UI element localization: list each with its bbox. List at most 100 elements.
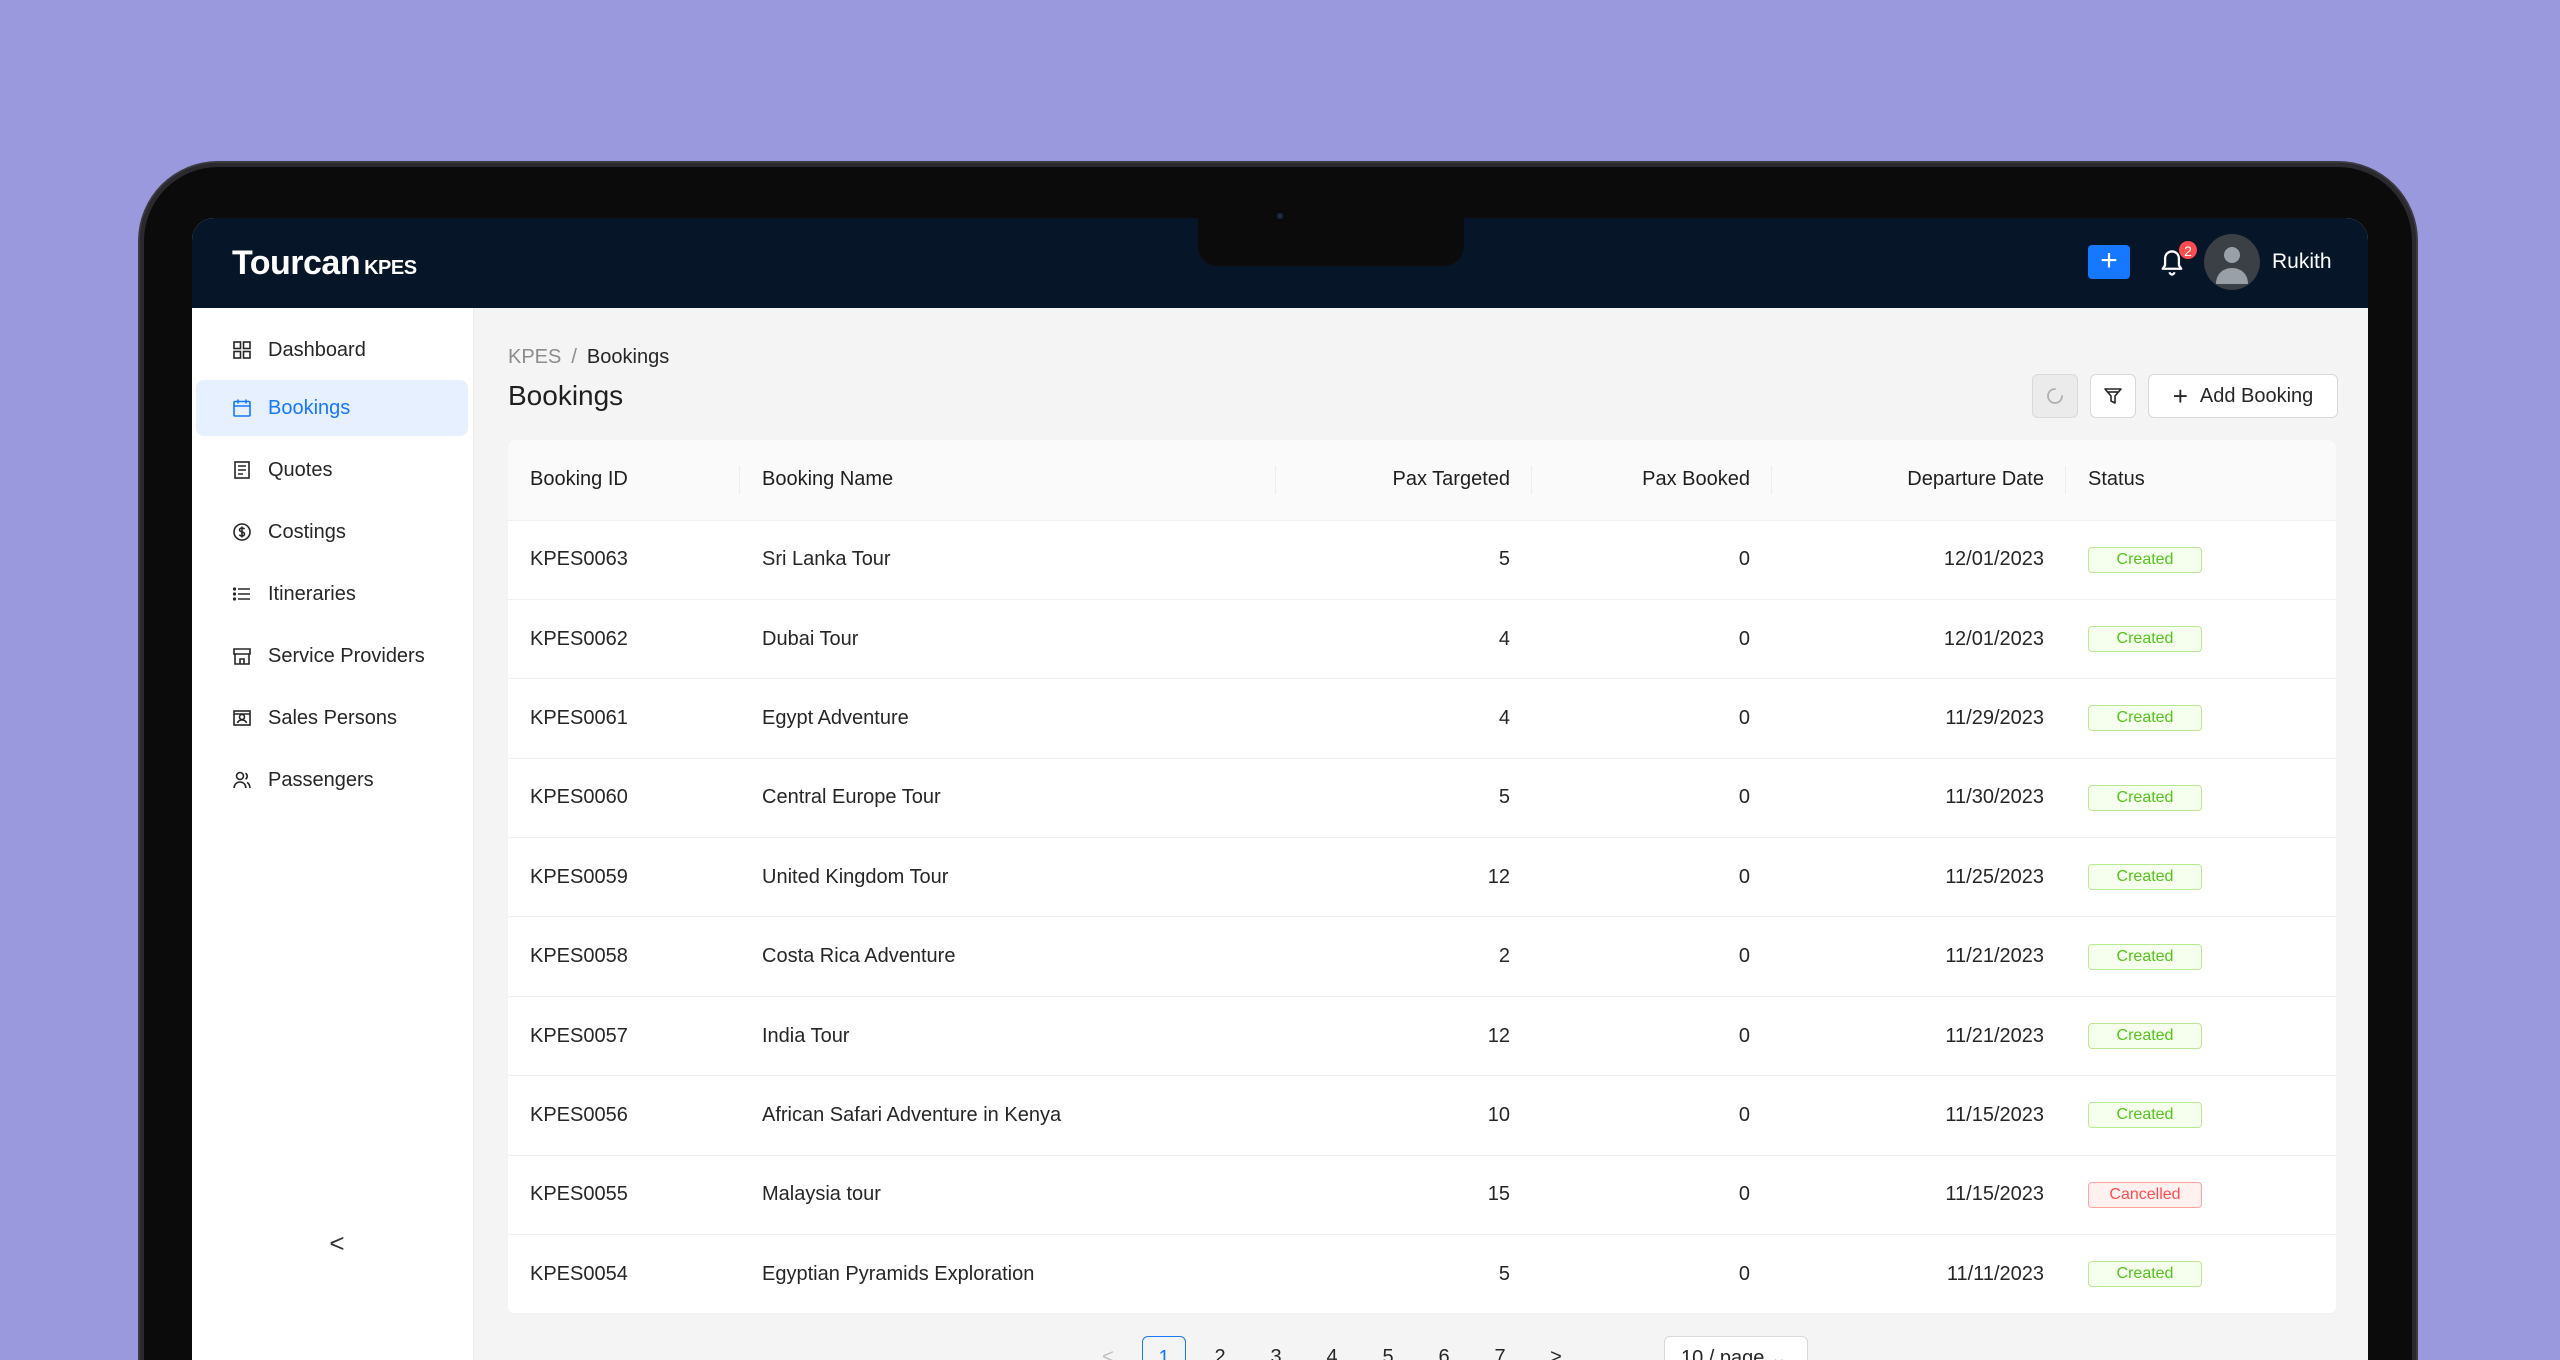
- next-page-button[interactable]: >: [1534, 1336, 1578, 1360]
- cell-booking-id: KPES0057: [508, 996, 740, 1077]
- page-button-5[interactable]: 5: [1366, 1336, 1410, 1360]
- filter-icon: [2104, 388, 2122, 404]
- breadcrumb-root[interactable]: KPES: [508, 346, 561, 368]
- cell-departure-date: 11/15/2023: [1772, 1075, 2066, 1156]
- cell-booking-name: Sri Lanka Tour: [740, 520, 1276, 600]
- cell-pax-booked: 0: [1532, 758, 1772, 839]
- breadcrumb: KPES / Bookings: [508, 346, 669, 369]
- status-badge: Created: [2088, 546, 2202, 573]
- sidebar-item-label: Costings: [268, 520, 346, 543]
- page-button-1[interactable]: 1: [1142, 1336, 1186, 1360]
- user-avatar-icon: [2216, 247, 2248, 284]
- cell-departure-date: 11/29/2023: [1772, 678, 2066, 759]
- page-title: Bookings: [508, 380, 624, 411]
- cell-status: Created: [2066, 520, 2336, 600]
- status-badge: Created: [2088, 784, 2202, 811]
- cell-status: Created: [2066, 837, 2336, 918]
- user-name[interactable]: Rukith: [2272, 250, 2332, 274]
- prev-page-button[interactable]: <: [1086, 1336, 1130, 1360]
- chevron-down-icon: ⌄: [1770, 1347, 1788, 1360]
- filter-button[interactable]: [2090, 374, 2136, 418]
- cell-departure-date: 11/21/2023: [1772, 996, 2066, 1077]
- cell-status: Created: [2066, 916, 2336, 997]
- cell-pax-booked: 0: [1532, 1155, 1772, 1236]
- cell-booking-id: KPES0061: [508, 678, 740, 759]
- quick-add-button[interactable]: +: [2088, 245, 2130, 279]
- cell-booking-id: KPES0054: [508, 1234, 740, 1314]
- cell-departure-date: 11/30/2023: [1772, 758, 2066, 839]
- page-size-value: 10 / page: [1681, 1347, 1765, 1360]
- table-row[interactable]: KPES0062 Dubai Tour 4 0 12/01/2023 Created: [508, 599, 2336, 680]
- cell-status: Cancelled: [2066, 1155, 2336, 1236]
- table-row[interactable]: KPES0060 Central Europe Tour 5 0 11/30/2023 C…: [508, 758, 2336, 839]
- table-row[interactable]: KPES0057 India Tour 12 0 11/21/2023 Created: [508, 996, 2336, 1077]
- cell-pax-booked: 0: [1532, 678, 1772, 759]
- notifications-button[interactable]: 2: [2154, 240, 2198, 284]
- sidebar-item-bookings[interactable]: Bookings: [196, 380, 468, 436]
- column-header-pax-targeted[interactable]: Pax Targeted: [1276, 440, 1532, 521]
- cell-status: Created: [2066, 996, 2336, 1077]
- page-button-2[interactable]: 2: [1198, 1336, 1242, 1360]
- sidebar-item-dashboard[interactable]: Dashboard: [196, 322, 468, 378]
- status-badge: Created: [2088, 705, 2202, 732]
- column-header-booking-name[interactable]: Booking Name: [740, 440, 1276, 521]
- status-badge: Created: [2088, 1023, 2202, 1050]
- table-row[interactable]: KPES0061 Egypt Adventure 4 0 11/29/2023 Creat…: [508, 678, 2336, 759]
- table-row[interactable]: KPES0059 United Kingdom Tour 12 0 11/25/2023…: [508, 837, 2336, 918]
- cell-pax-targeted: 2: [1276, 916, 1532, 997]
- cell-status: Created: [2066, 678, 2336, 759]
- app-name: Tourcan: [232, 244, 361, 282]
- app-suffix: KPES: [364, 257, 417, 279]
- refresh-button[interactable]: [2032, 374, 2078, 418]
- sidebar: Dashboard Bookings Quotes Costings Itine…: [192, 308, 474, 1360]
- page-button-4[interactable]: 4: [1310, 1336, 1354, 1360]
- add-booking-button[interactable]: + Add Booking: [2148, 374, 2338, 418]
- status-badge: Cancelled: [2088, 1181, 2202, 1208]
- sidebar-item-service-providers[interactable]: Service Providers: [196, 628, 468, 684]
- cell-departure-date: 11/25/2023: [1772, 837, 2066, 918]
- cell-status: Created: [2066, 1075, 2336, 1156]
- avatar[interactable]: [2204, 234, 2260, 290]
- sidebar-item-costings[interactable]: Costings: [196, 504, 468, 560]
- dashboard-icon: [232, 340, 252, 360]
- sidebar-item-label: Service Providers: [268, 644, 425, 667]
- page-button-6[interactable]: 6: [1422, 1336, 1466, 1360]
- cell-booking-name: India Tour: [740, 996, 1276, 1077]
- camera-notch: [1198, 218, 1464, 266]
- page-button-3[interactable]: 3: [1254, 1336, 1298, 1360]
- cell-pax-targeted: 10: [1276, 1075, 1532, 1156]
- sidebar-item-itineraries[interactable]: Itineraries: [196, 566, 468, 622]
- table-row[interactable]: KPES0058 Costa Rica Adventure 2 0 11/21/2023…: [508, 916, 2336, 997]
- breadcrumb-separator: /: [571, 346, 577, 368]
- cell-pax-booked: 0: [1532, 996, 1772, 1077]
- page-size-select[interactable]: 10 / page ⌄: [1664, 1336, 1808, 1360]
- status-badge: Created: [2088, 864, 2202, 891]
- cell-departure-date: 12/01/2023: [1772, 520, 2066, 600]
- cell-pax-booked: 0: [1532, 1234, 1772, 1314]
- collapse-sidebar-button[interactable]: <: [322, 1228, 352, 1258]
- add-booking-label: Add Booking: [2199, 384, 2314, 407]
- cell-pax-booked: 0: [1532, 916, 1772, 997]
- cell-pax-targeted: 12: [1276, 996, 1532, 1077]
- sidebar-item-passengers[interactable]: Passengers: [196, 752, 468, 808]
- column-header-pax-booked[interactable]: Pax Booked: [1532, 440, 1772, 521]
- column-header-booking-id[interactable]: Booking ID: [508, 440, 740, 521]
- loading-icon: [2047, 388, 2063, 404]
- sidebar-item-sales-persons[interactable]: Sales Persons: [196, 690, 468, 746]
- column-header-status[interactable]: Status: [2066, 440, 2336, 521]
- cell-booking-name: Costa Rica Adventure: [740, 916, 1276, 997]
- sidebar-item-quotes[interactable]: Quotes: [196, 442, 468, 498]
- column-header-departure-date[interactable]: Departure Date: [1772, 440, 2066, 521]
- laptop-frame: Tourcan KPES + 2 Rukith Dashboard Bookin…: [140, 163, 2416, 1360]
- plus-icon: +: [2172, 381, 2188, 411]
- app-logo[interactable]: Tourcan KPES: [232, 244, 417, 283]
- bookings-table: Booking ID Booking Name Pax Targeted Pax…: [508, 440, 2336, 1314]
- table-row[interactable]: KPES0054 Egyptian Pyramids Exploration 5 0 1…: [508, 1234, 2336, 1314]
- cell-pax-targeted: 5: [1276, 758, 1532, 839]
- table-row[interactable]: KPES0056 African Safari Adventure in Keny…: [508, 1075, 2336, 1156]
- shop-icon: [232, 646, 252, 666]
- page-button-7[interactable]: 7: [1478, 1336, 1522, 1360]
- table-row[interactable]: KPES0063 Sri Lanka Tour 5 0 12/01/2023 Create…: [508, 520, 2336, 600]
- table-row[interactable]: KPES0055 Malaysia tour 15 0 11/15/2023 Cancel…: [508, 1155, 2336, 1236]
- cell-status: Created: [2066, 1234, 2336, 1314]
